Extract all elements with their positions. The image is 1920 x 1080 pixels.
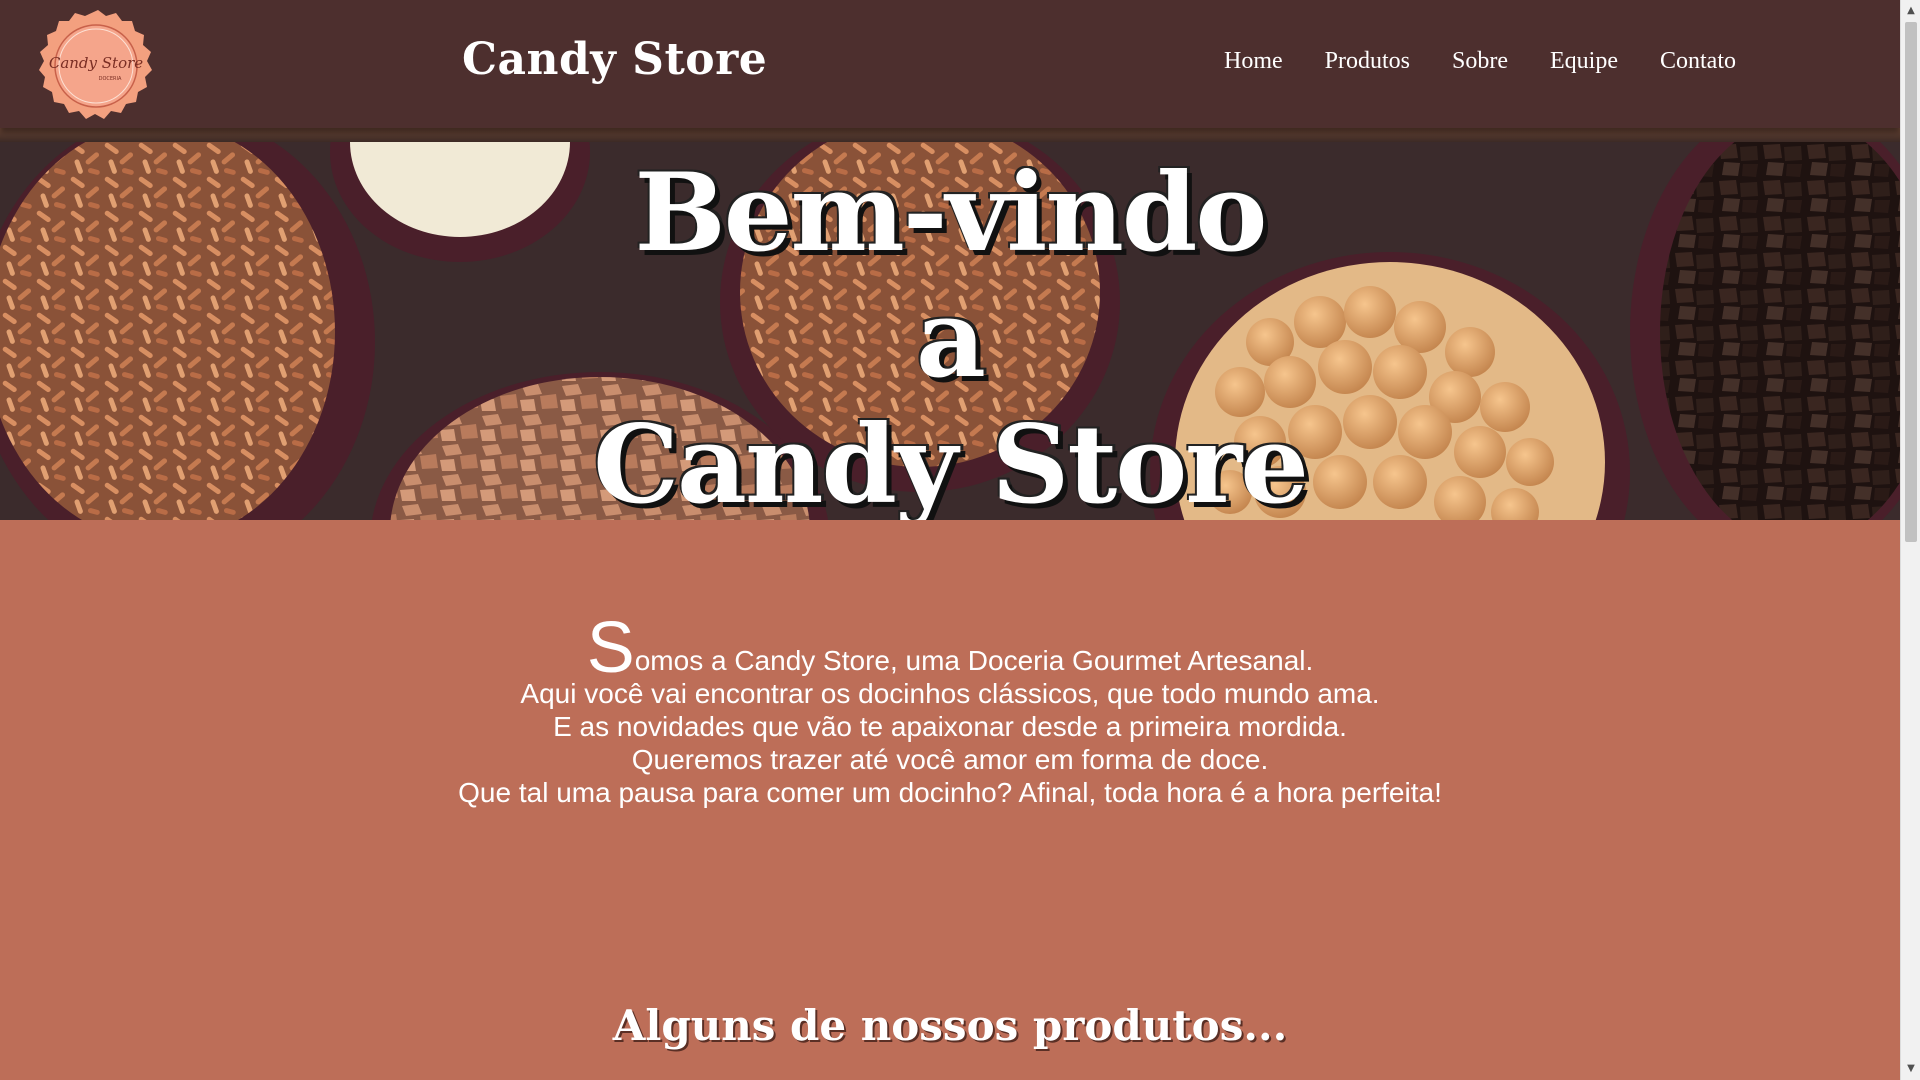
- intro-text: Somos a Candy Store, uma Doceria Gourmet…: [0, 612, 1900, 809]
- site-header: Candy Store DOCERIA Candy Store Home Pro…: [0, 0, 1900, 128]
- intro-line: Queremos trazer até você amor em forma d…: [631, 744, 1269, 775]
- nav-contato[interactable]: Contato: [1660, 48, 1736, 75]
- nav-sobre[interactable]: Sobre: [1452, 48, 1508, 75]
- nav-equipe[interactable]: Equipe: [1550, 48, 1618, 75]
- candy-store-logo-icon: Candy Store DOCERIA: [39, 10, 152, 119]
- header-divider: [0, 128, 1900, 142]
- intro-line: Que tal uma pausa para comer um docinho?…: [458, 777, 1442, 808]
- hero-line-2: a: [916, 276, 986, 402]
- logo-subtext: DOCERIA: [99, 76, 122, 82]
- page: Candy Store DOCERIA Candy Store Home Pro…: [0, 0, 1900, 1080]
- brand-title[interactable]: Candy Store: [462, 34, 767, 85]
- intro-first-line-rest: omos a Candy Store, uma Doceria Gourmet …: [634, 645, 1314, 676]
- intro-first-line: Somos a Candy Store, uma Doceria Gourmet…: [0, 612, 1900, 684]
- logo[interactable]: Candy Store DOCERIA: [38, 8, 154, 124]
- hero-line-3: Candy Store: [593, 402, 1309, 520]
- hero-title: Bem-vindo a Candy Store: [0, 150, 1900, 520]
- main-nav: Home Produtos Sobre Equipe Contato: [1224, 48, 1736, 75]
- vertical-scrollbar[interactable]: ▲ ▼: [1900, 0, 1920, 1080]
- scroll-down-arrow-icon[interactable]: ▼: [1901, 1060, 1920, 1078]
- hero-banner: Bem-vindo a Candy Store: [0, 142, 1900, 520]
- intro-line: E as novidades que vão te apaixonar desd…: [553, 711, 1347, 742]
- nav-home[interactable]: Home: [1224, 48, 1283, 75]
- nav-produtos[interactable]: Produtos: [1325, 48, 1410, 75]
- hero-line-1: Bem-vindo: [634, 150, 1268, 276]
- logo-text: Candy Store: [49, 54, 143, 72]
- scroll-up-arrow-icon[interactable]: ▲: [1901, 2, 1920, 20]
- intro-line: Aqui você vai encontrar os docinhos clás…: [520, 678, 1380, 709]
- intro-dropcap: S: [586, 608, 635, 688]
- scrollbar-thumb[interactable]: [1905, 22, 1917, 542]
- products-section-title: Alguns de nossos produtos...: [612, 1000, 1288, 1050]
